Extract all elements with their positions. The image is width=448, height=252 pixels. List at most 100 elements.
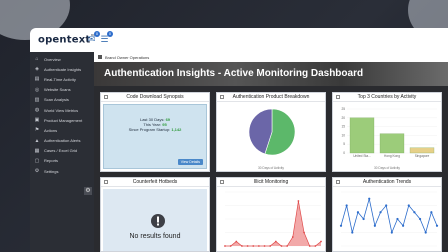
card-authentication-trends: Authentication Trends [332,177,442,252]
sidebar-item[interactable]: ⚙ Settings [30,166,94,176]
data-point [402,224,405,227]
data-point [241,245,243,247]
home-icon: ⌂ [35,56,39,63]
sidebar-item[interactable]: ▤ Real-Time Activity [30,74,94,84]
alert-icon [151,214,165,228]
expand-icon[interactable] [336,95,340,99]
sidebar-item-label: Overview [44,56,61,62]
message-icon[interactable]: ☰ 0 [99,31,113,45]
sidebar-item-label: Authentication Alerts [44,138,81,144]
sidebar-item-label: Cases / Excel Grid [44,148,78,154]
card-product-breakdown: Authentication Product Breakdown 30 Days… [216,92,326,172]
shield-icon: ◈ [35,66,39,73]
data-point [246,245,249,247]
breadcrumb[interactable]: Brand Owner Operations [94,52,448,62]
card-title: Counterfeit Hotbeds [101,178,209,187]
data-point [320,240,322,243]
data-point [224,245,226,247]
y-tick-label: 20 [341,116,345,120]
card-title: Top 3 Countries by Activity [333,93,441,102]
analysis-icon: ▥ [34,96,40,103]
sidebar-item[interactable]: ▦ Cases / Excel Grid [30,146,94,156]
page-title: Authentication Insights - Active Monitor… [104,68,364,79]
top-bar: opentext™ ✉ 0 ☰ 0 [30,28,448,52]
collapse-sidebar-icon[interactable]: ⚙ [84,187,92,195]
sidebar-item-label: Actions [44,127,58,133]
grid-icon: ▦ [34,147,40,154]
sidebar-item[interactable]: ▣ Product Management [30,115,94,125]
data-point [274,240,277,243]
data-point [362,217,365,221]
x-tick-label: Singapore [415,154,430,158]
expand-icon[interactable] [336,180,340,184]
sidebar-item[interactable]: ◈ Authenticate Insights [30,64,94,74]
pie-chart[interactable] [217,103,327,165]
gear-icon: ⚙ [34,168,40,175]
data-point [257,245,260,247]
data-point [396,217,399,221]
synopsis-line: Since Program Startup: 1,142 [128,127,182,132]
data-point [351,231,354,234]
data-point [368,197,371,200]
data-point [252,245,255,247]
data-point [314,245,317,247]
data-point [356,211,360,214]
data-point [291,236,294,238]
bar-chart[interactable]: 0 5 10 15 20 25 United Sta... Hong Kong Singapor… [333,103,443,165]
sidebar-item[interactable]: ▲ Authentication Alerts [30,136,94,146]
chart-footer: 30 Days of Activity [373,166,401,170]
sidebar-item-label: World View Metrics [44,107,79,113]
scan-icon: ◎ [34,86,40,93]
sidebar-item[interactable]: ◍ World View Metrics [30,105,94,115]
area-chart[interactable] [217,188,327,252]
card-title: Authentication Product Breakdown [217,93,325,102]
flag-icon: ⚑ [34,127,40,134]
sidebar-item[interactable]: ⚑ Actions [30,125,94,135]
data-point [229,245,232,247]
expand-icon[interactable] [104,95,108,99]
data-point [308,245,311,247]
view-details-button[interactable]: View Details [177,159,203,165]
notification-icon[interactable]: ✉ 0 [86,31,100,45]
y-tick-label: 0 [343,151,345,155]
data-point [435,224,439,227]
data-point [424,231,427,234]
data-point [418,217,422,221]
x-tick-label: United Sta... [353,154,371,158]
chart-icon: ▤ [34,76,40,83]
data-point [263,245,266,247]
main-content: Brand Owner Operations Authentication In… [94,52,448,252]
data-point [235,240,238,243]
sidebar-item[interactable]: ⌂ Overview [30,54,94,64]
series-line [340,198,438,234]
data-point [286,245,289,247]
series-line [225,200,322,247]
globe-icon: ◍ [34,107,40,114]
data-point [280,245,283,247]
report-icon: ▢ [34,157,40,164]
y-tick-label: 5 [343,142,345,146]
banner: Authentication Insights - Active Monitor… [94,62,448,86]
y-tick-label: 15 [341,125,345,129]
card-counterfeit-hotbeds: Counterfeit Hotbeds No results found [100,177,210,252]
expand-icon[interactable] [104,180,108,184]
sidebar-item-label: Settings [44,168,59,174]
data-point [390,231,393,234]
sidebar-item-label: Product Management [44,117,83,123]
bar [349,117,375,154]
sidebar-item[interactable]: ▢ Reports [30,156,94,166]
sidebar-item-label: Real-Time Activity [44,76,76,82]
x-tick-label: Hong Kong [384,154,400,158]
data-point [385,204,388,207]
y-tick-label: 10 [341,133,345,137]
sidebar-item[interactable]: ▥ Scan Analysis [30,95,94,105]
sidebar-item[interactable]: ◎ Website Scans [30,85,94,95]
card-title: Illicit Monitoring [217,178,325,187]
data-point [303,231,305,234]
sidebar-item-label: Scan Analysis [44,97,69,103]
sidebar-item-label: Reports [44,158,59,164]
expand-icon[interactable] [220,180,224,184]
expand-icon[interactable] [220,95,224,99]
line-chart[interactable] [333,188,443,252]
data-point [430,211,433,214]
